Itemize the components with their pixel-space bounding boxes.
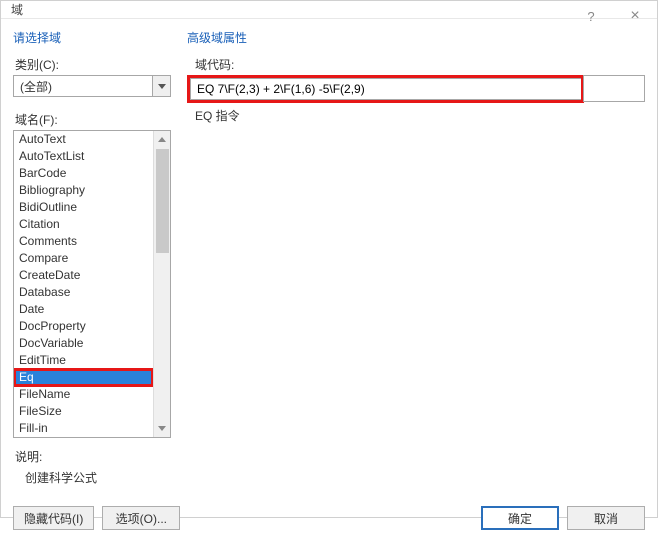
close-icon[interactable]: × [613, 1, 657, 31]
list-item[interactable]: Date [14, 301, 153, 318]
fieldcode-row [187, 75, 645, 103]
category-label: 类别(C): [15, 56, 171, 73]
list-item[interactable]: FileName [14, 386, 153, 403]
chevron-down-icon[interactable] [152, 76, 170, 96]
list-item[interactable]: Bibliography [14, 182, 153, 199]
fieldname-list-inner: AutoTextAutoTextListBarCodeBibliographyB… [14, 131, 153, 437]
list-item[interactable]: FileSize [14, 403, 153, 420]
help-icon[interactable]: ? [569, 1, 613, 31]
titlebar: 域 ? × [1, 1, 657, 19]
titlebar-buttons: ? × [569, 1, 657, 31]
list-item[interactable]: BarCode [14, 165, 153, 182]
list-item[interactable]: Comments [14, 233, 153, 250]
cancel-button[interactable]: 取消 [567, 506, 645, 530]
list-item[interactable]: AutoText [14, 131, 153, 148]
description-label: 说明: [15, 448, 645, 465]
scroll-down-icon[interactable] [154, 420, 170, 437]
list-item[interactable]: BidiOutline [14, 199, 153, 216]
dialog-title: 域 [11, 1, 23, 18]
fieldname-label: 域名(F): [15, 111, 171, 128]
list-item[interactable]: Citation [14, 216, 153, 233]
fieldcode-highlight [187, 75, 584, 103]
fieldname-listbox[interactable]: AutoTextAutoTextListBarCodeBibliographyB… [13, 130, 171, 438]
ok-button[interactable]: 确定 [481, 506, 559, 530]
scroll-thumb[interactable] [156, 149, 169, 253]
right-pane: 高级域属性 域代码: EQ 指令 [187, 27, 645, 438]
select-field-heading: 请选择域 [13, 29, 171, 46]
list-item[interactable]: AutoTextList [14, 148, 153, 165]
list-item[interactable]: DocVariable [14, 335, 153, 352]
fieldcode-label: 域代码: [195, 56, 645, 73]
list-item[interactable]: DocProperty [14, 318, 153, 335]
description-section: 说明: 创建科学公式 [1, 442, 657, 496]
scrollbar[interactable] [153, 131, 170, 437]
list-item[interactable]: CreateDate [14, 267, 153, 284]
fieldcode-input[interactable] [190, 78, 581, 100]
field-dialog: 域 ? × 请选择域 类别(C): (全部) 域名(F): AutoTextAu… [0, 0, 658, 518]
button-row: 隐藏代码(I) 选项(O)... 确定 取消 [1, 496, 657, 542]
list-item[interactable]: Eq [14, 369, 153, 386]
hide-codes-button[interactable]: 隐藏代码(I) [13, 506, 94, 530]
list-item[interactable]: Database [14, 284, 153, 301]
category-value: (全部) [14, 76, 152, 96]
content-area: 请选择域 类别(C): (全部) 域名(F): AutoTextAutoText… [1, 19, 657, 442]
instruction-label: EQ 指令 [195, 107, 645, 124]
list-item[interactable]: Fill-in [14, 420, 153, 437]
scroll-up-icon[interactable] [154, 131, 170, 148]
options-button[interactable]: 选项(O)... [102, 506, 180, 530]
left-pane: 请选择域 类别(C): (全部) 域名(F): AutoTextAutoText… [13, 27, 171, 438]
advanced-properties-heading: 高级域属性 [187, 29, 645, 46]
list-item[interactable]: Compare [14, 250, 153, 267]
fieldcode-tail[interactable] [583, 75, 645, 102]
list-item[interactable]: EditTime [14, 352, 153, 369]
description-text: 创建科学公式 [25, 469, 645, 486]
category-combobox[interactable]: (全部) [13, 75, 171, 97]
